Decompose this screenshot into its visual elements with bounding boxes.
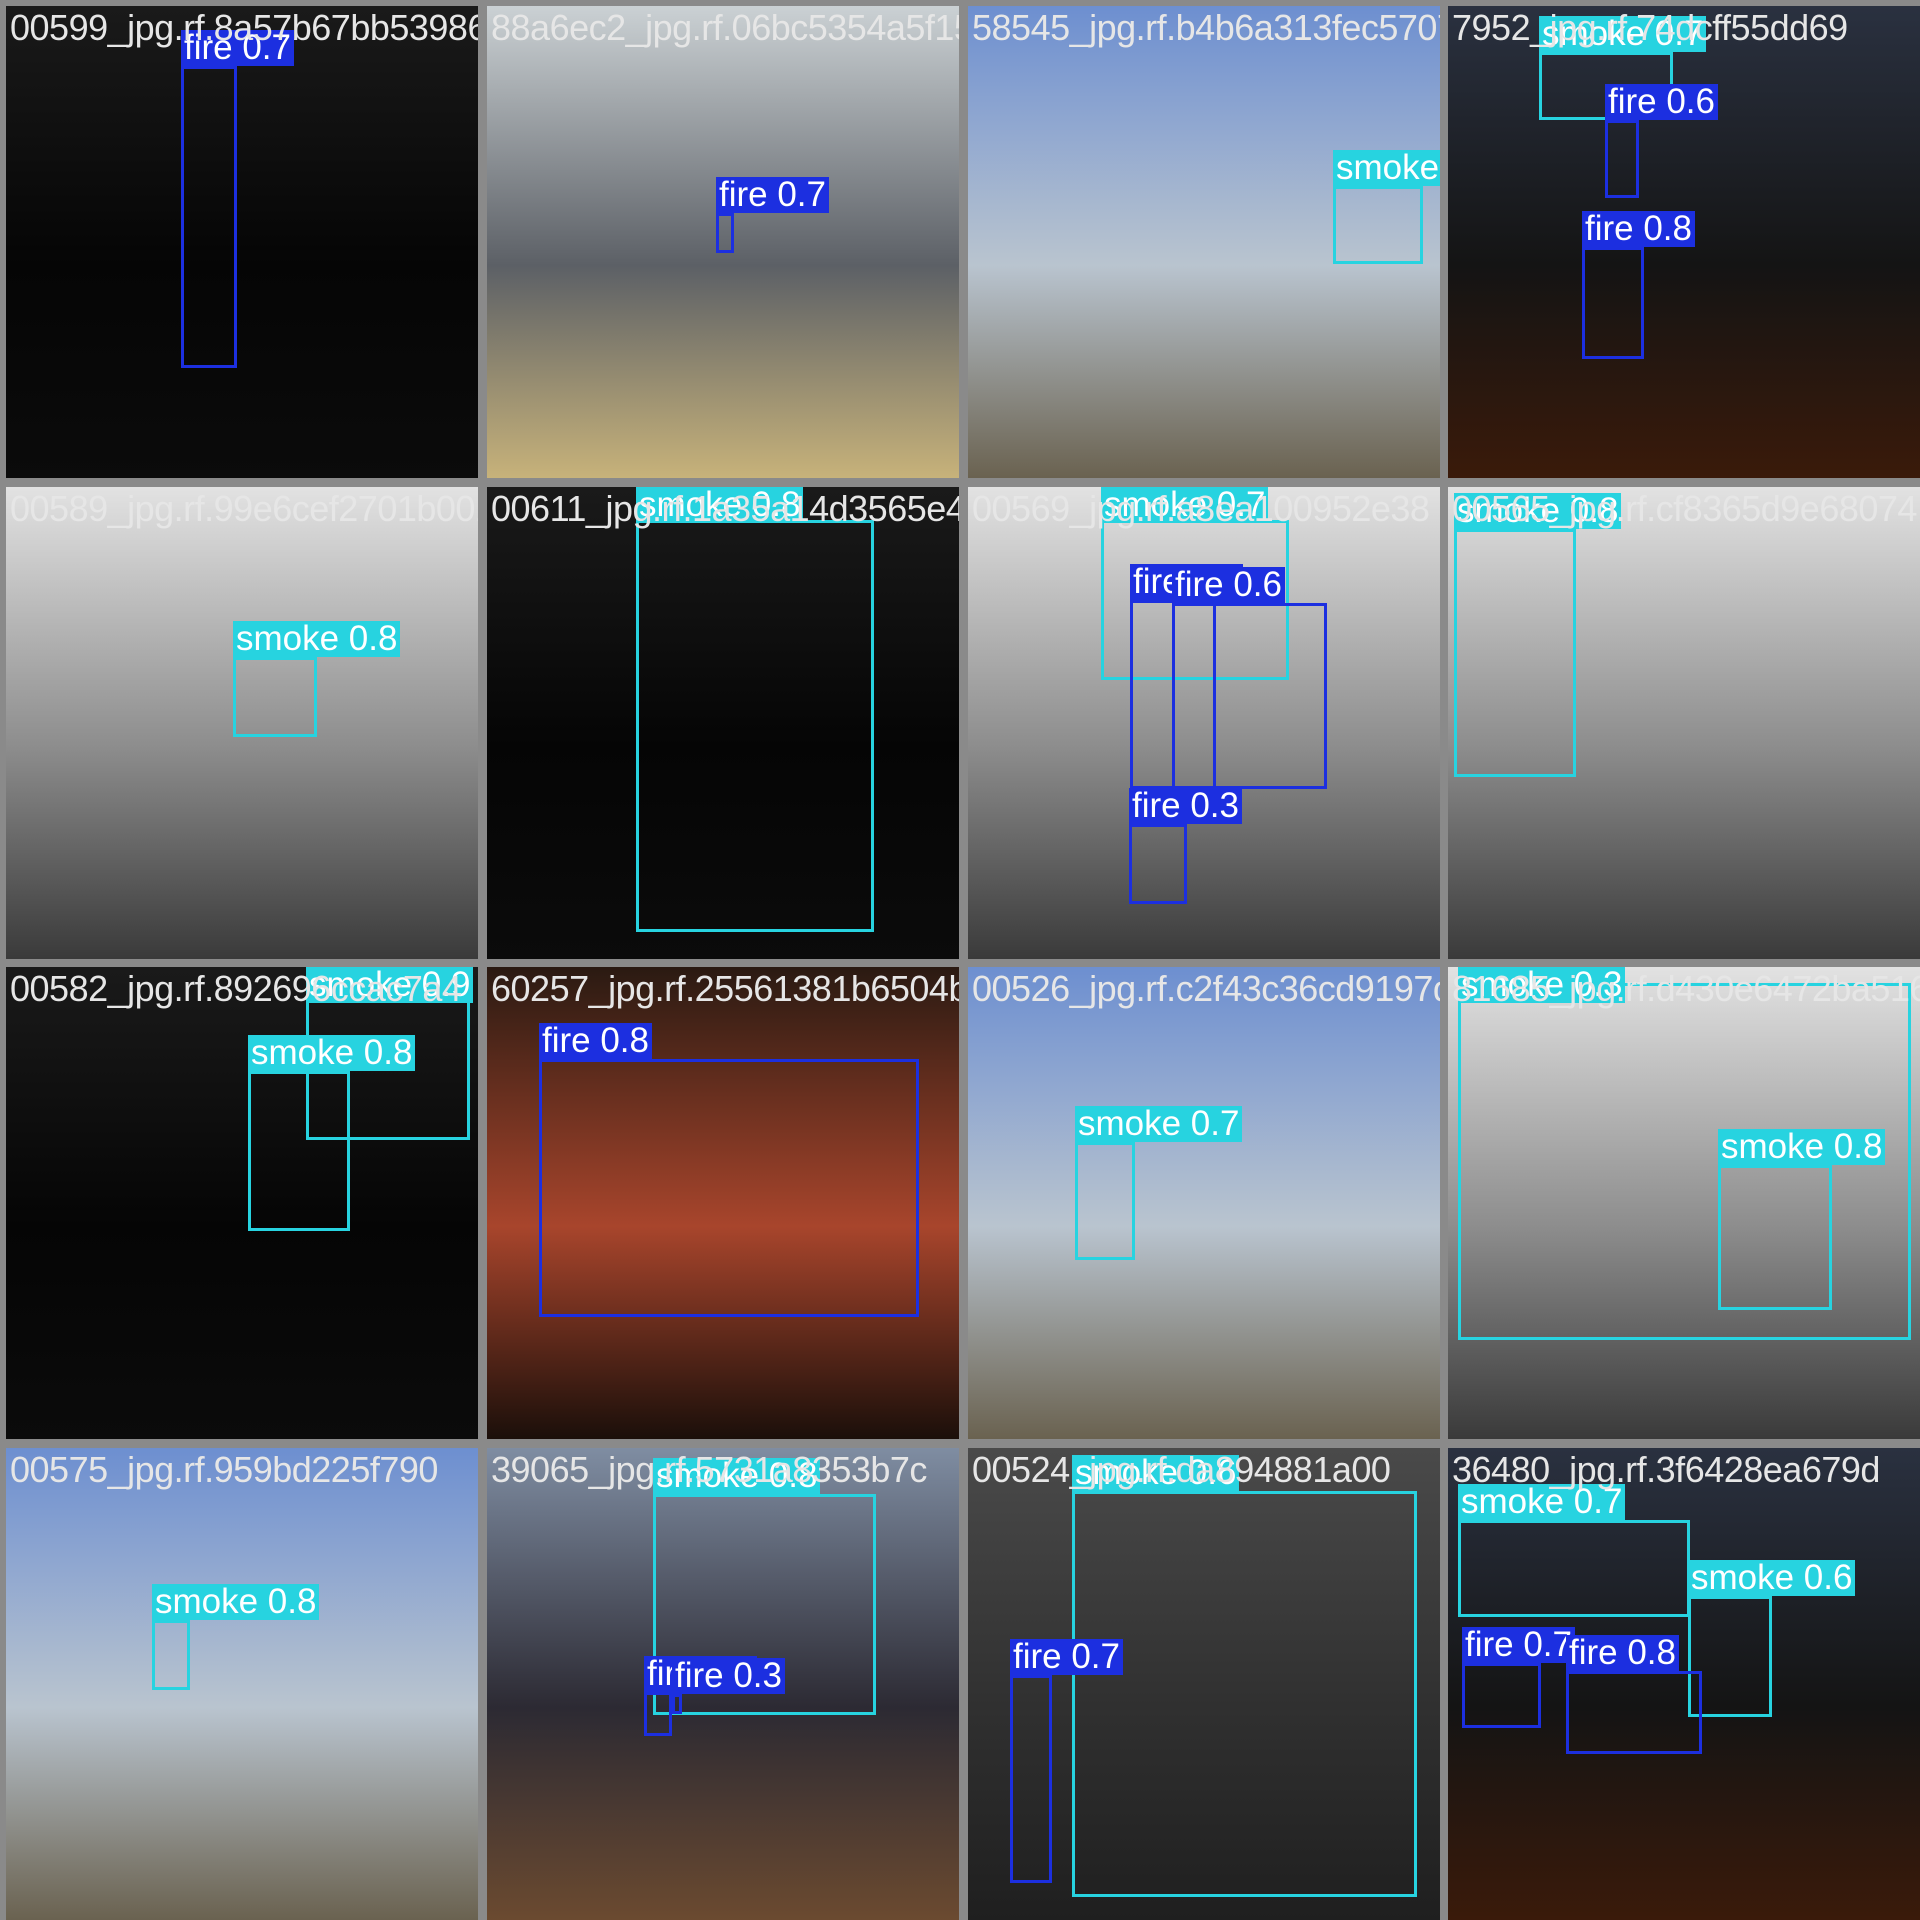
image-filename: 00582_jpg.rf.892696ccac7a4 [10,968,462,1009]
smoke-detection-label: smoke 0.8 [152,1584,320,1620]
image-filename: 00611_jpg.rf.1a35a14d3565e4 [491,488,959,529]
smoke-bounding-box [233,657,317,737]
smoke-bounding-box [1454,529,1576,777]
mosaic-tile: fire 0.700599_jpg.rf.8a57b67bb53986569c2… [6,6,478,478]
fire-bounding-box [1010,1675,1052,1883]
image-filename: 00575_jpg.rf.959bd225f790 [10,1449,438,1490]
image-filename: 00599_jpg.rf.8a57b67bb53986569c264f1768b… [10,7,478,48]
mosaic-tile: fire 0.7 88a6ec2_jpg.rf.06bc5354a5f15 [487,6,959,478]
scene-photo [6,6,478,478]
fire-detection-label: fire 0.7 [1010,1639,1123,1675]
fire-bounding-box [1605,120,1639,198]
image-filename: 00589_jpg.rf.99e6cef2701b001661d3565e4 [10,488,478,529]
fire-bounding-box [539,1059,919,1317]
mosaic-tile: smoke 0.8 00575_jpg.rf.959bd225f790 [6,1448,478,1920]
fire-detection-label: fire 0.8 [1582,211,1695,247]
fire-bounding-box [1582,247,1644,359]
mosaic-tile: smoke 0.6 58545_jpg.rf.b4b6a313fec5707962 [968,6,1440,478]
mosaic-tile: smoke 0.9 smoke 0.8 00582_jpg.rf.892696cca… [6,967,478,1439]
mosaic-tile: smoke 0.8 00589_jpg.rf.99e6cef2701b001661… [6,487,478,959]
fire-detection-label: fire 0.3 [1129,788,1242,824]
smoke-bounding-box [1075,1142,1135,1260]
fire-detection-label: fire 0.8 [539,1023,652,1059]
mosaic-tile: smoke 0.7 smoke 0.6 fire 0.7 fire 0.8 36480_… [1448,1448,1920,1920]
image-filename: 7952_jpg.rf.74dcff55dd69 [1452,7,1848,48]
smoke-bounding-box [1458,1520,1690,1617]
mosaic-tile: smoke 0.7 fire 0.6 fire 0.8 7952_jpg.rf.74d… [1448,6,1920,478]
scene-photo [6,1448,478,1920]
fire-detection-label: fire 0.6 [1605,84,1718,120]
image-filename: 39065_jpg.rf.5731a8353b7c [491,1449,927,1490]
fire-bounding-box [716,213,734,253]
image-filename: 36480_jpg.rf.3f6428ea679d [1452,1449,1880,1490]
smoke-bounding-box [1333,186,1423,264]
mosaic-tile: smoke 0.7 00526_jpg.rf.c2f43c36cd9197d [968,967,1440,1439]
smoke-bounding-box [1072,1491,1417,1897]
fire-bounding-box [1462,1663,1541,1728]
detection-mosaic: fire 0.7 00599_jpg.rf.8a57b67bb53986569c2… [0,0,1920,1920]
image-filename: 00524_jpg.rf.da894881a00 [972,1449,1391,1490]
image-filename: 81685_jpg.rf.d430e6472ba516 [1452,968,1920,1009]
image-filename: 00569_jpg.rf.a8ea100952e38 [972,488,1430,529]
mosaic-tile: smoke 0.8fire 0.3fire 0.339065_jpg.rf.57… [487,1448,959,1920]
smoke-bounding-box [152,1620,190,1690]
scene-photo [968,967,1440,1439]
image-filename: 58545_jpg.rf.b4b6a313fec5707962 [972,7,1440,48]
fire-bounding-box [1566,1671,1702,1754]
smoke-detection-label: smoke 0.8 [233,621,401,657]
mosaic-tile: fire 0.8 60257_jpg.rf.25561381b6504b96f [487,967,959,1439]
fire-detection-label: fire 0.7 [716,177,829,213]
fire-bounding-box [1172,603,1327,789]
smoke-detection-label: smoke 0.7 [1075,1106,1243,1142]
fire-bounding-box [644,1692,672,1736]
smoke-bounding-box [248,1071,350,1231]
mosaic-tile: smoke 0.8 00565_jpg.rf.cf8365d9e68074 [1448,487,1920,959]
mosaic-tile: smoke 0.7fire 0.3fire 0.6fire 0.300569_j… [968,487,1440,959]
smoke-bounding-box [1718,1165,1832,1310]
mosaic-tile: smoke 0.8 00611_jpg.rf.1a35a14d3565e4 [487,487,959,959]
smoke-detection-label: smoke 0.6 [1333,150,1440,186]
fire-detection-label: fire 0.6 [1172,567,1285,603]
fire-detection-label: fire 0.8 [1566,1635,1679,1671]
smoke-detection-label: smoke 0.8 [1718,1129,1886,1165]
smoke-detection-label: smoke 0.8 [248,1035,416,1071]
image-filename: 00565_jpg.rf.cf8365d9e68074 [1452,488,1917,529]
mosaic-tile: smoke 0.3 smoke 0.8 81685_jpg.rf.d430e6472… [1448,967,1920,1439]
fire-detection-label: fire 0.3 [672,1658,785,1694]
smoke-bounding-box [636,520,874,932]
image-filename: 60257_jpg.rf.25561381b6504b96f [491,968,959,1009]
image-filename: 00526_jpg.rf.c2f43c36cd9197d [972,968,1440,1009]
fire-detection-label: fire 0.7 [1462,1627,1575,1663]
fire-bounding-box [181,66,237,368]
smoke-detection-label: smoke 0.6 [1688,1560,1856,1596]
mosaic-tile: smoke 0.6 fire 0.7 00524_jpg.rf.da894881a0… [968,1448,1440,1920]
fire-bounding-box [1129,824,1187,904]
image-filename: 88a6ec2_jpg.rf.06bc5354a5f15 [491,7,959,48]
fire-bounding-box [672,1694,682,1714]
